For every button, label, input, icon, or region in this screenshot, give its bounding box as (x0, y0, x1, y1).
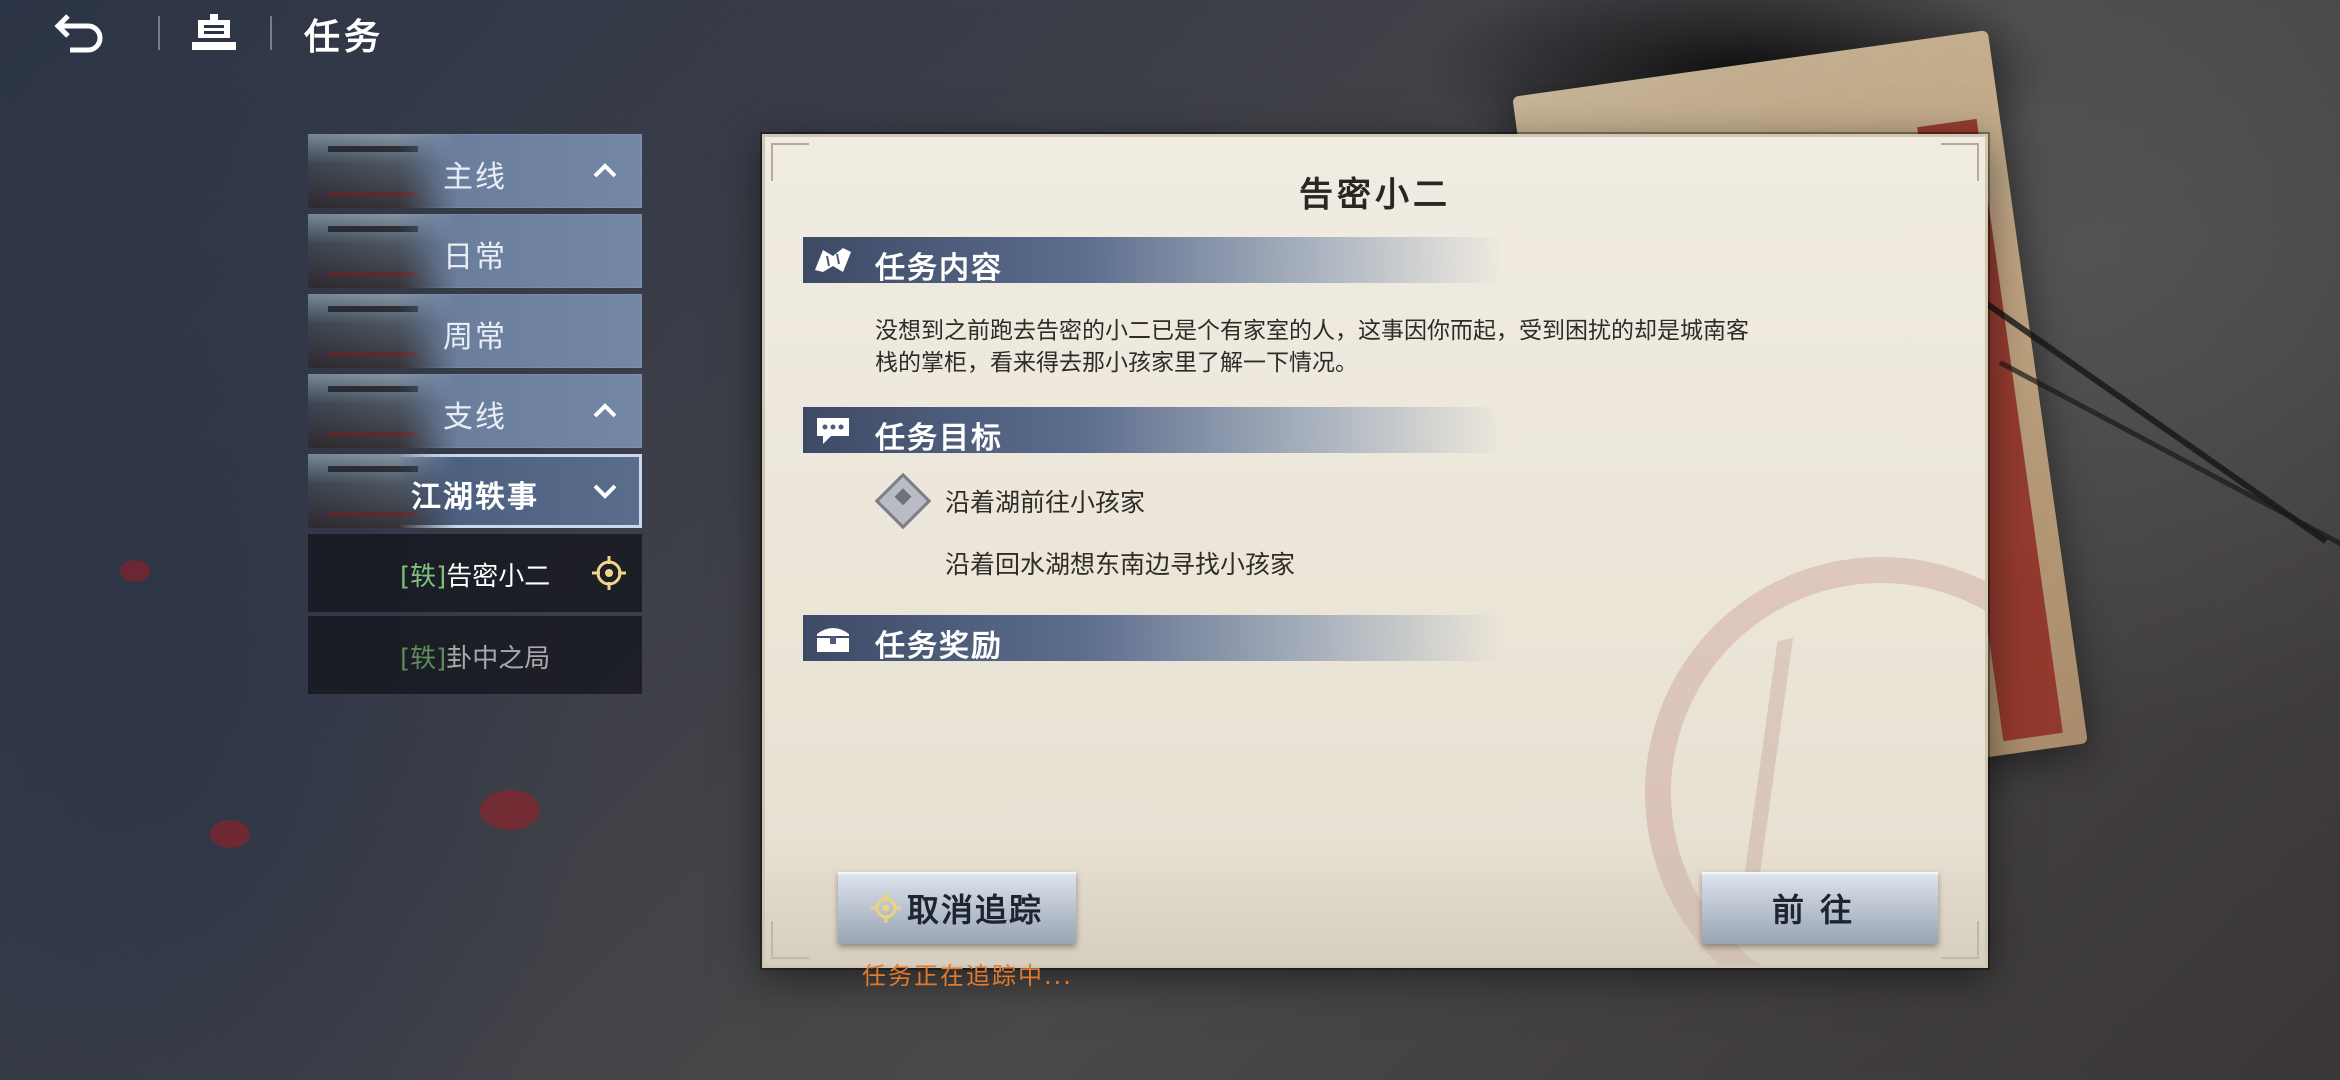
chevron-down-icon (593, 484, 617, 499)
chevron-up-icon (593, 403, 617, 418)
untrack-button[interactable]: 取消追踪 (838, 872, 1076, 944)
go-button-label: 前往 (1771, 891, 1868, 929)
background-blossom (210, 820, 250, 848)
chevron-up-icon (593, 163, 617, 178)
quest-item-label: [轶]卦中之局 (400, 638, 550, 675)
section-header-content: 任务内容 (803, 237, 1503, 286)
category-weekly[interactable]: 周常 (308, 294, 642, 368)
quest-title: 告密小二 (1299, 175, 1451, 215)
page-title: 任务 (304, 17, 385, 58)
quest-book-icon (188, 12, 240, 56)
top-bar: 任务 (0, 0, 600, 70)
objective-diamond-icon (874, 472, 932, 530)
quest-list-item[interactable]: [轶]告密小二 (308, 534, 642, 612)
speech-bubble-icon (817, 418, 849, 444)
go-button[interactable]: 前往 (1702, 872, 1938, 944)
tracking-status-text: 任务正在追踪中... (862, 962, 1073, 990)
quest-tag: [轶] (400, 562, 447, 592)
background-blossom (480, 790, 540, 830)
section-header-reward: 任务奖励 (803, 615, 1503, 664)
map-scroll-icon (815, 248, 851, 272)
untrack-button-label: 取消追踪 (906, 891, 1043, 929)
quest-tag: [轶] (400, 644, 447, 674)
background-blossom (120, 560, 150, 582)
objective-main: 沿着湖前往小孩家 (945, 488, 1146, 517)
objective-sub: 沿着回水湖想东南边寻找小孩家 (945, 550, 1296, 579)
quest-description-line: 没想到之前跑去告密的小二已是个有家室的人，这事因你而起，受到困扰的却是城南客 (875, 318, 1749, 344)
back-button[interactable] (52, 12, 108, 56)
quest-description-line: 栈的掌柜，看来得去那小孩家里了解一下情况。 (875, 350, 1358, 376)
back-arrow-icon (54, 14, 103, 53)
quest-name: 卦中之局 (446, 644, 551, 674)
treasure-chest-icon (817, 628, 849, 652)
topbar-separator (158, 16, 160, 50)
quest-description: 没想到之前跑去告密的小二已是个有家室的人，这事因你而起，受到困扰的却是城南客 栈… (875, 315, 1875, 379)
quest-list-item[interactable]: [轶]卦中之局 (308, 616, 642, 694)
section-label: 任务内容 (875, 251, 1003, 286)
quest-category-sidebar: 主线 日常 周常 支线 江湖轶事 [轶]告密小二 [轶]卦中之局 (308, 134, 642, 698)
section-label: 任务目标 (875, 421, 1003, 456)
subcategory-jianghu-anecdotes[interactable]: 江湖轶事 (308, 454, 642, 528)
category-main[interactable]: 主线 (308, 134, 642, 208)
category-daily[interactable]: 日常 (308, 214, 642, 288)
category-label: 周常 (443, 320, 507, 355)
tracking-target-icon (592, 556, 626, 590)
quest-detail-panel: 告密小二 任务内容 没想到之前跑去告密的小二已是个有家室的人，这事因你而起，受到… (762, 134, 1988, 968)
tracking-target-icon (870, 893, 901, 923)
section-label: 任务奖励 (875, 629, 1003, 664)
quest-name: 告密小二 (446, 562, 551, 592)
section-header-objective: 任务目标 (803, 407, 1503, 456)
category-label: 日常 (443, 240, 507, 275)
quest-item-label: [轶]告密小二 (400, 556, 550, 593)
category-side[interactable]: 支线 (308, 374, 642, 448)
topbar-separator (270, 16, 272, 50)
